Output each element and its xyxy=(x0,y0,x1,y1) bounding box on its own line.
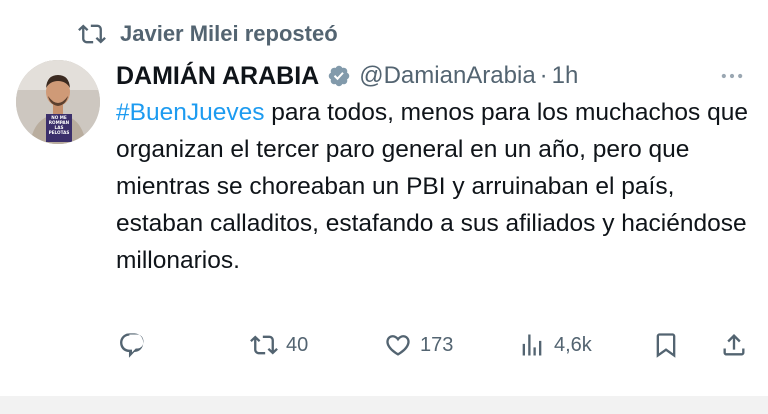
hashtag-link[interactable]: #BuenJueves xyxy=(116,99,264,126)
tweet-header: DAMIÁN ARABIA @DamianArabia · 1h xyxy=(116,56,578,96)
views-button[interactable]: 4,6k xyxy=(518,326,592,364)
bookmark-icon xyxy=(652,331,680,359)
reply-button[interactable] xyxy=(118,326,146,364)
like-button[interactable]: 173 xyxy=(384,326,453,364)
repost-label: Javier Milei reposteó xyxy=(120,21,338,46)
separator-dot: · xyxy=(539,62,548,89)
verified-badge-icon xyxy=(319,64,351,88)
repost-icon xyxy=(250,331,278,359)
views-icon xyxy=(518,331,546,359)
action-bar: 40 173 4,6k xyxy=(116,326,756,364)
timestamp[interactable]: 1h xyxy=(552,62,579,90)
reply-icon xyxy=(118,331,146,359)
heart-icon xyxy=(384,331,412,359)
more-options-icon[interactable] xyxy=(716,60,748,92)
repost-button[interactable]: 40 xyxy=(250,326,308,364)
share-icon xyxy=(720,331,748,359)
author-handle[interactable]: @DamianArabia xyxy=(359,62,535,90)
bookmark-button[interactable] xyxy=(652,326,680,364)
bottom-divider xyxy=(0,396,768,414)
share-button[interactable] xyxy=(720,326,748,364)
like-count: 173 xyxy=(420,333,454,356)
avatar[interactable]: NO ME ROMPAN LAS PELOTAS xyxy=(16,60,100,144)
author-name[interactable]: DAMIÁN ARABIA xyxy=(116,62,319,91)
repost-icon xyxy=(78,20,106,48)
repost-count: 40 xyxy=(286,333,309,356)
tweet-text: #BuenJueves para todos, menos para los m… xyxy=(116,94,756,279)
views-count: 4,6k xyxy=(554,333,592,356)
repost-indicator[interactable]: Javier Milei reposteó xyxy=(78,16,338,52)
